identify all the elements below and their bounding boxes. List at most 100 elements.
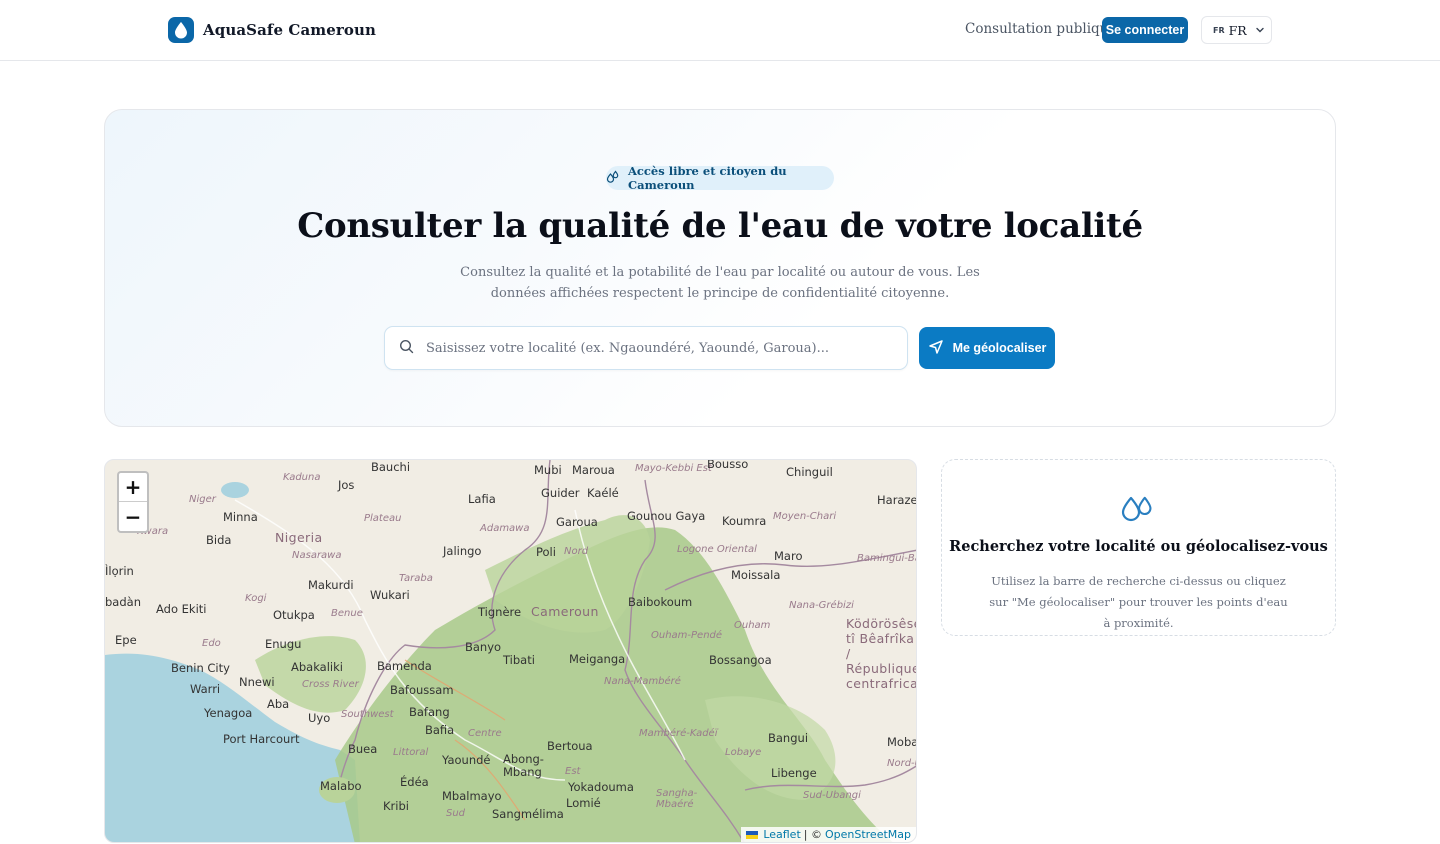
- map-label-poli: Poli: [536, 545, 556, 559]
- language-value: FR: [1228, 22, 1247, 38]
- search-prompt-text: Utilisez la barre de recherche ci-dessus…: [989, 574, 1288, 630]
- map-label-ibadan: badàn: [105, 595, 141, 609]
- map-label-yokadouma: Yokadouma: [568, 780, 634, 794]
- attribution-separator: | ©: [803, 828, 822, 841]
- map-label-port-harcourt: Port Harcourt: [223, 732, 300, 746]
- map-label-moissala: Moissala: [731, 568, 781, 582]
- map-label-nord-u: Nord-U: [887, 758, 916, 769]
- search-bar[interactable]: [384, 326, 908, 370]
- map-label-buea: Buea: [348, 742, 378, 756]
- map-label-nasarawa: Nasarawa: [292, 550, 342, 561]
- page-title: Consulter la qualité de l'eau de votre l…: [297, 206, 1143, 246]
- language-select[interactable]: FR FR: [1201, 16, 1272, 44]
- map-label-niger: Niger: [189, 494, 216, 505]
- map-label-chinguil: Chinguil: [786, 465, 833, 479]
- map-label-banyo: Banyo: [465, 640, 502, 654]
- map-attribution: Leaflet | © OpenStreetMap: [741, 827, 916, 842]
- map-label-enugu: Enugu: [265, 637, 302, 651]
- language-flag: FR: [1213, 25, 1225, 35]
- map-label-ilorin: Ìlọrin: [105, 564, 134, 578]
- map-label-mobaye: Mobay: [887, 735, 916, 749]
- map-label-koumra: Koumra: [722, 514, 767, 528]
- map-label-southwest: Southwest: [341, 709, 394, 720]
- map-label-abong-mbang: Abong-Mbang: [503, 752, 544, 779]
- search-input[interactable]: [426, 340, 886, 356]
- map-label-nnewi: Nnewi: [239, 675, 275, 689]
- map-label-aba: Aba: [267, 697, 290, 711]
- map-label-logone: Logone Oriental: [677, 544, 757, 555]
- search-prompt-title: Recherchez votre localité ou géolocalise…: [949, 538, 1328, 555]
- map-label-jos: Jos: [338, 478, 355, 492]
- map-label-bafoussam: Bafoussam: [390, 683, 454, 697]
- map-label-edea: Édéa: [400, 775, 429, 789]
- map-label-nigeria: Nigeria: [275, 530, 323, 545]
- page-subtitle: Consultez la qualité et la potabilité de…: [460, 265, 980, 301]
- citizen-access-badge: Accès libre et citoyen du Cameroun: [606, 164, 834, 192]
- map-label-kribi: Kribi: [383, 799, 409, 813]
- map-label-warri: Warri: [190, 682, 221, 696]
- map-label-epe: Epe: [115, 633, 137, 647]
- map-label-haraze: Haraze: [877, 493, 917, 507]
- map-label-bauchi: Bauchi: [371, 460, 411, 474]
- zoom-out-button[interactable]: −: [119, 502, 147, 531]
- zoom-in-button[interactable]: +: [119, 473, 147, 502]
- map-label-maro: Maro: [774, 549, 803, 563]
- map-label-wukari: Wukari: [370, 588, 410, 602]
- map-label-moyen-chari: Moyen-Chari: [773, 511, 837, 522]
- brand[interactable]: AquaSafe Cameroun: [168, 17, 376, 43]
- top-header: AquaSafe Cameroun Consultation publique …: [0, 0, 1440, 61]
- ukraine-flag-icon: [746, 830, 759, 839]
- map-label-cameroun: Cameroun: [531, 604, 599, 619]
- map-label-makurdi: Makurdi: [308, 578, 354, 592]
- map-label-ado-ekiti: Ado Ekiti: [156, 602, 207, 616]
- map-label-meiganga: Meiganga: [569, 652, 626, 666]
- map-label-baibokoum: Baibokoum: [628, 595, 693, 609]
- map-label-abakaliki: Abakaliki: [291, 660, 343, 674]
- map-label-mambere-kadei: Mambéré-Kadéï: [639, 728, 718, 739]
- map-label-edo: Edo: [202, 638, 221, 649]
- map-label-bousso: Bousso: [707, 459, 749, 471]
- map-label-mbalmayo: Mbalmayo: [442, 789, 502, 803]
- map-label-kaduna: Kaduna: [283, 472, 321, 483]
- map-label-est: Est: [565, 766, 581, 777]
- droplets-icon: [1119, 487, 1157, 529]
- map-label-guider: Guider: [541, 486, 580, 500]
- map-label-bida: Bida: [206, 533, 232, 547]
- map-container[interactable]: Bauchi Kaduna Jos Niger Minna Plateau La…: [104, 459, 917, 843]
- map-label-yenagoa: Yenagoa: [204, 706, 253, 720]
- search-icon: [399, 339, 414, 358]
- map-label-uyo: Uyo: [308, 711, 331, 725]
- map-label-bamingui: Bamingui-Bangoran: [857, 553, 916, 564]
- osm-link[interactable]: OpenStreetMap: [825, 828, 911, 841]
- login-button[interactable]: Se connecter: [1102, 17, 1188, 43]
- chevron-down-icon: [1255, 23, 1265, 38]
- map-label-cross-river: Cross River: [302, 679, 359, 690]
- map-label-otukpa: Otukpa: [273, 608, 315, 622]
- map-label-mubi: Mubi: [534, 463, 562, 477]
- map-label-yaounde: Yaoundé: [442, 753, 491, 767]
- map-label-garoua: Garoua: [556, 515, 598, 529]
- map-label-mayo-kebbi: Mayo-Kebbi Est: [635, 463, 712, 474]
- zoom-control: + −: [117, 471, 149, 533]
- map-label-gounou-gaya: Gounou Gaya: [627, 509, 706, 523]
- map-label-kogi: Kogi: [245, 593, 267, 604]
- map-label-benin-city: Benin City: [171, 661, 230, 675]
- map-label-nana-mambere: Nana-Mambéré: [604, 676, 681, 687]
- map-label-bafia: Bafia: [425, 723, 455, 737]
- map-label-sangha: Sangha-Mbaéré: [656, 788, 698, 810]
- map-label-bamenda: Bamenda: [377, 659, 432, 673]
- map-label-centre: Centre: [468, 728, 502, 739]
- map-label-nord: Nord: [564, 546, 589, 557]
- map-label-sangmelima: Sangmélima: [492, 807, 564, 821]
- water-drop-icon: [168, 17, 194, 43]
- map-label-adamawa: Adamawa: [480, 523, 530, 534]
- nav-public-consultation[interactable]: Consultation publique: [965, 21, 1116, 37]
- map-label-bossangoa: Bossangoa: [709, 653, 772, 667]
- map-label-sud-ubangi: Sud-Ubangi: [803, 790, 861, 801]
- leaflet-link[interactable]: Leaflet: [763, 828, 800, 841]
- map-label-maroua: Maroua: [572, 463, 615, 477]
- geolocate-label: Me géolocaliser: [952, 341, 1047, 355]
- map-label-tibati: Tibati: [503, 653, 535, 667]
- map-label-littoral: Littoral: [393, 747, 429, 758]
- geolocate-button[interactable]: Me géolocaliser: [919, 327, 1055, 369]
